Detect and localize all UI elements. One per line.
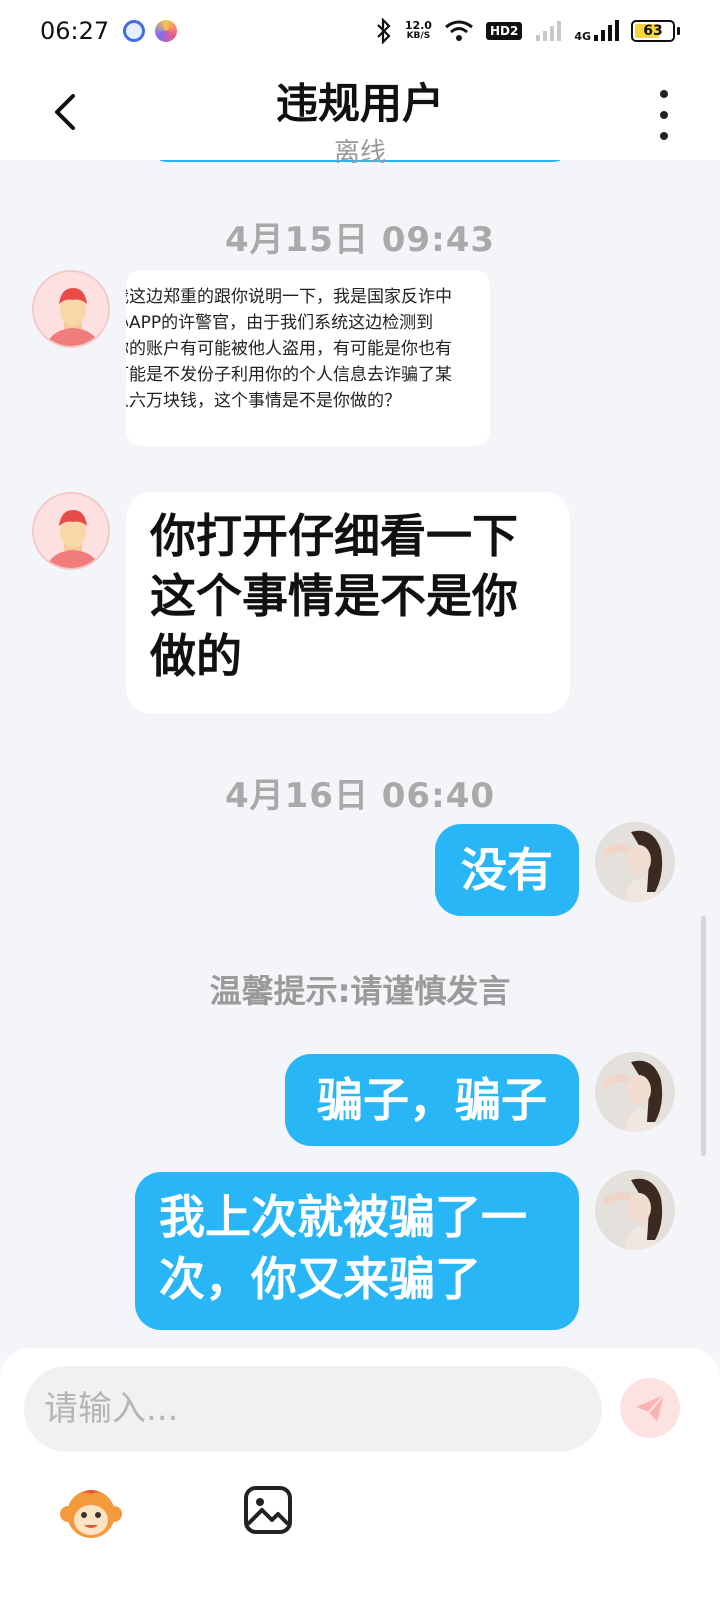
online-status: 离线: [333, 138, 386, 168]
signal-weak-icon: [536, 21, 562, 41]
chat-messages[interactable]: 4月15日 09:43 我这边郑重的跟你说明一下，我是国家反诈中 心APP的许警…: [0, 160, 720, 1380]
battery-indicator: 63: [631, 20, 680, 42]
user-avatar[interactable]: [595, 1052, 675, 1132]
baidu-app-icon: [123, 20, 146, 42]
network-speed-unit: KB/S: [406, 31, 431, 41]
image-message-text: 我这边郑重的跟你说明一下，我是国家反诈中 心APP的许警官，由于我们系统这边检测…: [126, 270, 490, 414]
image-icon: [244, 1486, 292, 1534]
message-bubble-sent[interactable]: 骗子，骗子: [285, 1054, 579, 1146]
status-app-icons: [123, 20, 178, 42]
battery-level: 63: [643, 23, 663, 39]
page-title: 违规用户: [275, 79, 444, 128]
message-input[interactable]: [24, 1366, 602, 1452]
user-portrait-icon: [595, 1170, 675, 1250]
message-bubble-sent[interactable]: 我上次就被骗了一次，你又来骗了: [135, 1172, 579, 1330]
battery-icon: 63: [631, 20, 675, 42]
default-person-icon: [46, 510, 100, 568]
send-icon: [636, 1394, 665, 1422]
signal-strong-icon: [594, 20, 619, 41]
send-button[interactable]: [620, 1378, 680, 1438]
default-person-icon: [46, 288, 100, 346]
contact-avatar[interactable]: [32, 270, 110, 348]
image-text-line: 心APP的许警官，由于我们系统这边检测到: [126, 313, 434, 333]
more-vertical-icon: [660, 90, 668, 98]
user-portrait-icon: [595, 1052, 675, 1132]
colorful-app-icon: [155, 20, 178, 42]
user-avatar[interactable]: [595, 822, 675, 902]
time-divider: 4月16日 06:40: [224, 776, 496, 816]
chat-scrollbar[interactable]: [701, 916, 706, 1156]
image-text-line: 人六万块钱，这个事情是不是你做的？: [126, 391, 401, 411]
message-bubble-received[interactable]: 你打开仔细看一下这个事情是不是你做的: [126, 492, 570, 714]
network-type-label: 4G: [574, 30, 591, 43]
warning-tip: 温馨提示:请谨慎发言: [209, 972, 511, 1010]
image-text-line: 可能是不发份子利用你的个人信息去诈骗了某: [126, 365, 452, 385]
user-avatar[interactable]: [595, 1170, 675, 1250]
status-time: 06:27: [40, 17, 110, 45]
message-bubble-sent[interactable]: 没有: [435, 824, 579, 916]
status-bar: 06:27 12.0 KB/S HD2 4G 63: [0, 0, 720, 62]
emoji-monkey-icon: [60, 1490, 122, 1538]
hd-voice-badge: HD2: [485, 22, 523, 40]
status-indicators: 12.0 KB/S HD2 4G 63: [375, 18, 680, 44]
network-speed: 12.0 KB/S: [405, 20, 432, 42]
input-panel: [0, 1348, 720, 1600]
image-text-line: 你的账户有可能被他人盗用，有可能是你也有: [126, 339, 452, 359]
image-message[interactable]: 我这边郑重的跟你说明一下，我是国家反诈中 心APP的许警官，由于我们系统这边检测…: [126, 270, 490, 446]
signal-4g: 4G: [574, 19, 619, 43]
emoji-button[interactable]: [58, 1482, 124, 1548]
wifi-icon: [445, 20, 473, 41]
more-options-button[interactable]: [652, 90, 676, 140]
network-speed-value: 12.0: [404, 19, 432, 32]
image-text-line: 我这边郑重的跟你说明一下，我是国家反诈中: [126, 287, 452, 307]
chat-header: 违规用户 离线: [0, 62, 720, 168]
bluetooth-icon: [377, 18, 391, 44]
time-divider: 4月15日 09:43: [224, 220, 496, 260]
user-portrait-icon: [595, 822, 675, 902]
image-picker-button[interactable]: [240, 1482, 296, 1538]
contact-avatar[interactable]: [32, 492, 110, 570]
